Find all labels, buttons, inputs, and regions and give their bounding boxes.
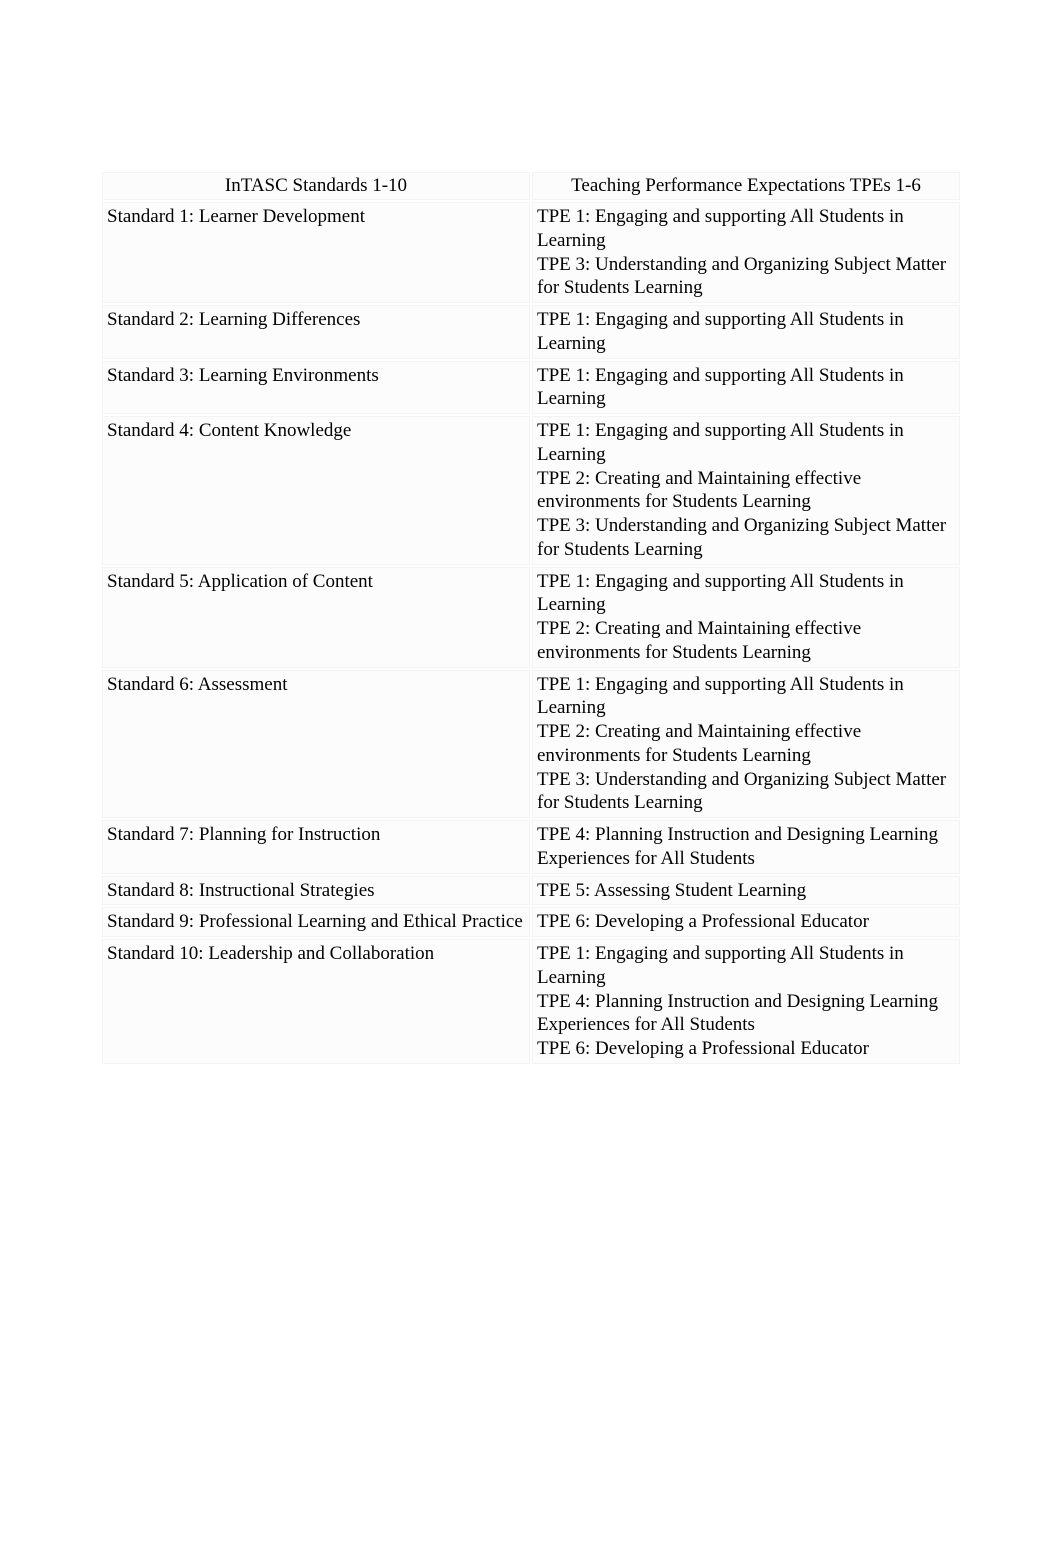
standard-cell: Standard 1: Learner Development bbox=[102, 202, 530, 303]
tpe-cell: TPE 1: Engaging and supporting All Stude… bbox=[532, 361, 960, 415]
tpe-cell: TPE 1: Engaging and supporting All Stude… bbox=[532, 939, 960, 1064]
tpe-line: TPE 1: Engaging and supporting All Stude… bbox=[537, 570, 955, 618]
standard-cell: Standard 8: Instructional Strategies bbox=[102, 876, 530, 906]
table-row: Standard 8: Instructional Strategies TPE … bbox=[102, 876, 960, 906]
tpe-line: TPE 5: Assessing Student Learning bbox=[537, 879, 955, 903]
table-row: Standard 6: AssessmentTPE 1: Engaging an… bbox=[102, 670, 960, 819]
tpe-line: TPE 1: Engaging and supporting All Stude… bbox=[537, 673, 955, 721]
tpe-line: TPE 6: Developing a Professional Educato… bbox=[537, 910, 955, 934]
standard-cell: Standard 6: Assessment bbox=[102, 670, 530, 819]
tpe-line: TPE 3: Understanding and Organizing Subj… bbox=[537, 253, 955, 301]
tpe-line: TPE 1: Engaging and supporting All Stude… bbox=[537, 308, 955, 356]
table-header-row: InTASC Standards 1-10 Teaching Performan… bbox=[102, 172, 960, 200]
tpe-line: TPE 6: Developing a Professional Educato… bbox=[537, 1037, 955, 1061]
standard-cell: Standard 7: Planning for Instruction bbox=[102, 820, 530, 874]
tpe-line: TPE 2: Creating and Maintaining effectiv… bbox=[537, 467, 955, 515]
tpe-line: TPE 4: Planning Instruction and Designin… bbox=[537, 990, 955, 1038]
table-row: Standard 9: Professional Learning and Et… bbox=[102, 907, 960, 937]
tpe-line: TPE 2: Creating and Maintaining effectiv… bbox=[537, 720, 955, 768]
tpe-cell: TPE 1: Engaging and supporting All Stude… bbox=[532, 305, 960, 359]
standard-cell: Standard 9: Professional Learning and Et… bbox=[102, 907, 530, 937]
table-row: Standard 3: Learning EnvironmentsTPE 1: … bbox=[102, 361, 960, 415]
header-intasc: InTASC Standards 1-10 bbox=[102, 172, 530, 200]
table-row: Standard 7: Planning for InstructionTPE … bbox=[102, 820, 960, 874]
standard-cell: Standard 3: Learning Environments bbox=[102, 361, 530, 415]
tpe-cell: TPE 1: Engaging and supporting All Stude… bbox=[532, 202, 960, 303]
document-page: InTASC Standards 1-10 Teaching Performan… bbox=[0, 0, 1062, 1066]
table-row: Standard 2: Learning DifferencesTPE 1: E… bbox=[102, 305, 960, 359]
tpe-line: TPE 3: Understanding and Organizing Subj… bbox=[537, 514, 955, 562]
tpe-cell: TPE 5: Assessing Student Learning bbox=[532, 876, 960, 906]
tpe-line: TPE 1: Engaging and supporting All Stude… bbox=[537, 942, 955, 990]
standard-cell: Standard 2: Learning Differences bbox=[102, 305, 530, 359]
tpe-line: TPE 2: Creating and Maintaining effectiv… bbox=[537, 617, 955, 665]
table-row: Standard 4: Content KnowledgeTPE 1: Enga… bbox=[102, 416, 960, 565]
tpe-cell: TPE 1: Engaging and supporting All Stude… bbox=[532, 670, 960, 819]
standard-cell: Standard 10: Leadership and Collaboratio… bbox=[102, 939, 530, 1064]
tpe-line: TPE 4: Planning Instruction and Designin… bbox=[537, 823, 955, 871]
table-row: Standard 5: Application of ContentTPE 1:… bbox=[102, 567, 960, 668]
header-tpe: Teaching Performance Expectations TPEs 1… bbox=[532, 172, 960, 200]
tpe-cell: TPE 1: Engaging and supporting All Stude… bbox=[532, 567, 960, 668]
standard-cell: Standard 4: Content Knowledge bbox=[102, 416, 530, 565]
tpe-line: TPE 1: Engaging and supporting All Stude… bbox=[537, 419, 955, 467]
table-row: Standard 1: Learner DevelopmentTPE 1: En… bbox=[102, 202, 960, 303]
tpe-line: TPE 1: Engaging and supporting All Stude… bbox=[537, 364, 955, 412]
table-row: Standard 10: Leadership and Collaboratio… bbox=[102, 939, 960, 1064]
tpe-cell: TPE 6: Developing a Professional Educato… bbox=[532, 907, 960, 937]
tpe-cell: TPE 1: Engaging and supporting All Stude… bbox=[532, 416, 960, 565]
standard-cell: Standard 5: Application of Content bbox=[102, 567, 530, 668]
standards-table: InTASC Standards 1-10 Teaching Performan… bbox=[100, 170, 962, 1066]
tpe-line: TPE 3: Understanding and Organizing Subj… bbox=[537, 768, 955, 816]
tpe-line: TPE 1: Engaging and supporting All Stude… bbox=[537, 205, 955, 253]
tpe-cell: TPE 4: Planning Instruction and Designin… bbox=[532, 820, 960, 874]
